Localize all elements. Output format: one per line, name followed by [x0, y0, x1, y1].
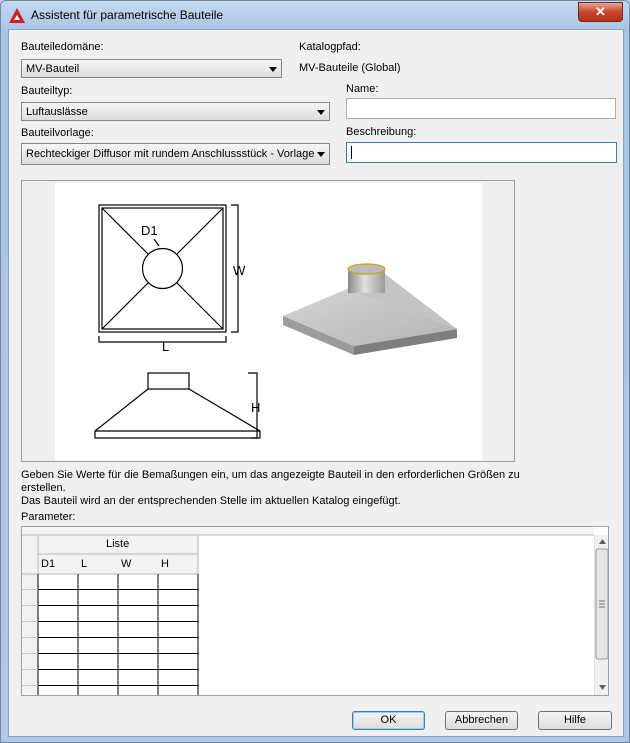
cancel-button[interactable]: Abbrechen: [445, 711, 518, 730]
column-header-d1[interactable]: D1: [41, 558, 55, 570]
parameter-label: Parameter:: [21, 511, 76, 523]
grid-group-header[interactable]: Liste: [106, 538, 129, 550]
domain-dropdown[interactable]: MV-Bauteil: [21, 59, 282, 78]
name-input[interactable]: [346, 98, 616, 119]
parameter-grid[interactable]: Liste D1 L W H: [21, 526, 609, 696]
catalog-path: MV-Bauteile (Global): [299, 62, 401, 74]
diffuser-drawing: D1 W L H: [94, 204, 457, 439]
chevron-down-icon: [317, 152, 325, 157]
info-line-2: erstellen.: [21, 482, 66, 494]
catalog-label: Katalogpfad:: [299, 41, 361, 53]
dim-d1-label: D1: [141, 223, 158, 238]
chevron-down-icon: [317, 110, 325, 115]
preview-image: D1 W L H: [55, 183, 482, 460]
column-header-l[interactable]: L: [81, 558, 87, 570]
domain-value: MV-Bauteil: [26, 63, 80, 75]
autocad-logo-icon: [9, 8, 25, 23]
info-line-3: Das Bauteil wird an der entsprechenden S…: [21, 495, 401, 507]
description-label: Beschreibung:: [346, 126, 417, 138]
template-value: Rechteckiger Diffusor mit rundem Anschlu…: [26, 148, 315, 160]
title-bar: Assistent für parametrische Bauteile ✕: [1, 1, 629, 29]
vertical-scrollbar[interactable]: [594, 535, 608, 695]
scrollbar-graphics: [595, 539, 608, 690]
close-button[interactable]: ✕: [578, 2, 623, 22]
dim-w-label: W: [233, 263, 246, 278]
chevron-down-icon: [269, 67, 277, 72]
domain-label: Bauteiledomäne:: [21, 41, 104, 53]
template-label: Bauteilvorlage:: [21, 127, 94, 139]
dim-l-label: L: [162, 339, 169, 354]
preview-frame: D1 W L H: [21, 180, 515, 462]
dialog-client: Bauteiledomäne: MV-Bauteil Katalogpfad: …: [8, 29, 624, 737]
diffuser-3d-render: [283, 263, 457, 355]
info-line-1: Geben Sie Werte für die Bemaßungen ein, …: [21, 469, 520, 481]
description-input[interactable]: [346, 142, 617, 163]
dim-h-label: H: [251, 400, 260, 415]
dialog-window: Assistent für parametrische Bauteile ✕ B…: [0, 0, 630, 743]
template-dropdown[interactable]: Rechteckiger Diffusor mit rundem Anschlu…: [21, 143, 330, 165]
name-label: Name:: [346, 83, 379, 95]
scroll-down-icon: [599, 685, 606, 690]
window-title: Assistent für parametrische Bauteile: [31, 8, 224, 22]
type-value: Luftauslässe: [26, 106, 88, 118]
ok-button[interactable]: OK: [352, 711, 425, 730]
text-caret: [351, 146, 352, 159]
column-header-h[interactable]: H: [161, 558, 169, 570]
column-header-w[interactable]: W: [121, 558, 131, 570]
help-button[interactable]: Hilfe: [538, 711, 612, 730]
type-label: Bauteiltyp:: [21, 85, 73, 97]
type-dropdown[interactable]: Luftauslässe: [21, 102, 330, 121]
scroll-up-icon: [599, 539, 606, 544]
grid-lines: [22, 527, 594, 695]
